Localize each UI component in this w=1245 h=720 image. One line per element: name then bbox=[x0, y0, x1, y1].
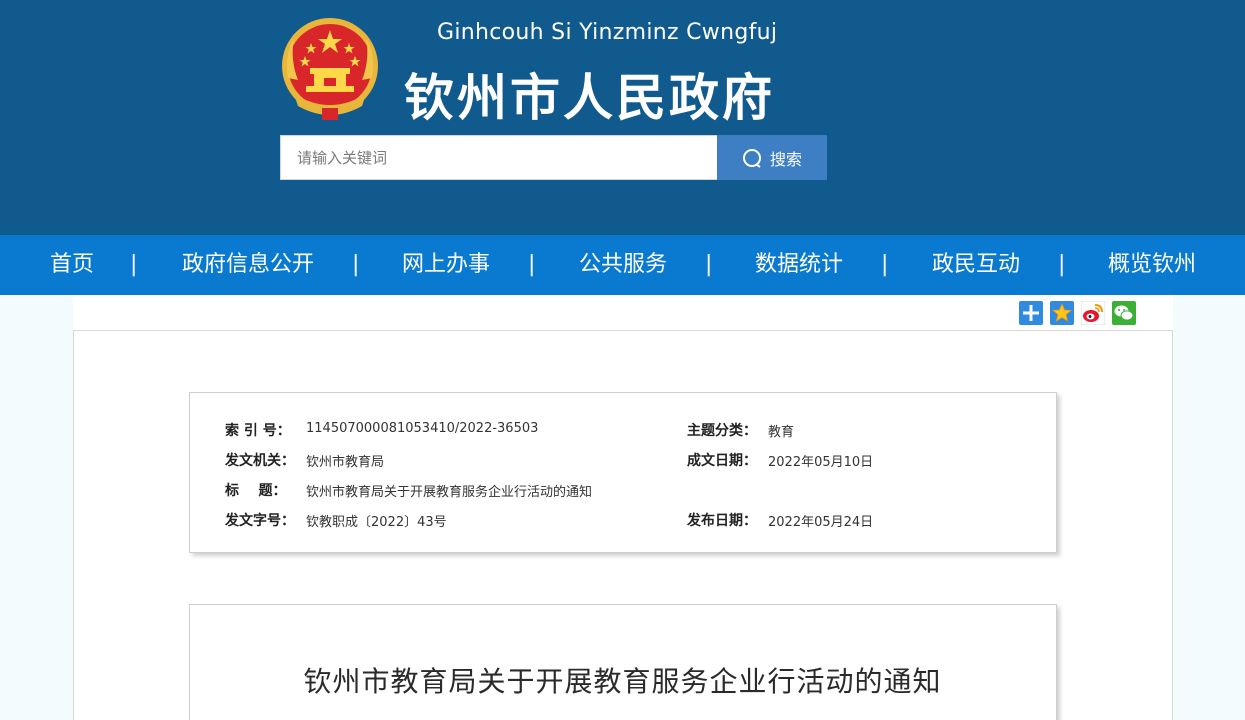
weibo-icon[interactable] bbox=[1081, 301, 1105, 325]
title-value: 钦州市教育局关于开展教育服务企业行活动的通知 bbox=[306, 485, 593, 500]
plus-share-icon[interactable] bbox=[1019, 301, 1043, 325]
category-label: 主题分类： bbox=[687, 423, 757, 439]
main-nav: 首页 | 政府信息公开 | 网上办事 | 公共服务 | 数据统计 | 政民互动 … bbox=[0, 235, 1245, 295]
nav-separator: | bbox=[352, 252, 360, 277]
created-date-value: 2022年05月10日 bbox=[768, 455, 874, 470]
nav-separator: | bbox=[881, 252, 889, 277]
nav-separator: | bbox=[705, 252, 713, 277]
nav-item-online-service[interactable]: 网上办事 bbox=[402, 235, 490, 295]
nav-item-interaction[interactable]: 政民互动 bbox=[932, 235, 1020, 295]
category-value: 教育 bbox=[768, 425, 795, 440]
published-date-value: 2022年05月24日 bbox=[768, 515, 874, 530]
search-button-label: 搜索 bbox=[769, 149, 802, 169]
index-value: 114507000081053410/2022-36503 bbox=[306, 421, 539, 436]
issuer-label: 发文机关： bbox=[225, 453, 295, 469]
doc-number-value: 钦教职成〔2022〕43号 bbox=[306, 515, 447, 530]
doc-number-label: 发文字号： bbox=[225, 513, 295, 529]
nav-separator: | bbox=[528, 252, 536, 277]
search-input[interactable] bbox=[280, 135, 718, 180]
site-header: Ginhcouh Si Yinzminz Cwngfuj 钦州市人民政府 搜索 bbox=[0, 0, 1245, 235]
nav-item-public-service[interactable]: 公共服务 bbox=[579, 235, 667, 295]
nav-separator: | bbox=[1058, 252, 1066, 277]
search-button[interactable]: 搜索 bbox=[717, 135, 827, 180]
index-label: 索 引 号： bbox=[225, 423, 291, 439]
wechat-icon[interactable] bbox=[1112, 301, 1136, 325]
search-icon bbox=[742, 148, 761, 168]
nav-separator: | bbox=[130, 252, 138, 277]
created-date-label: 成文日期： bbox=[687, 453, 757, 469]
issuer-value: 钦州市教育局 bbox=[306, 455, 385, 470]
site-subtitle: Ginhcouh Si Yinzminz Cwngfuj bbox=[437, 20, 778, 45]
title-label: 标 题： bbox=[225, 483, 287, 499]
qzone-star-icon[interactable] bbox=[1050, 301, 1074, 325]
nav-item-gov-info[interactable]: 政府信息公开 bbox=[182, 235, 314, 295]
published-date-label: 发布日期： bbox=[687, 513, 757, 529]
site-title: 钦州市人民政府 bbox=[404, 69, 775, 127]
nav-item-overview[interactable]: 概览钦州 bbox=[1108, 235, 1196, 295]
article-title: 钦州市教育局关于开展教育服务企业行活动的通知 bbox=[303, 665, 942, 698]
national-emblem-icon bbox=[282, 18, 378, 120]
nav-item-home[interactable]: 首页 bbox=[50, 235, 94, 295]
nav-item-statistics[interactable]: 数据统计 bbox=[755, 235, 843, 295]
